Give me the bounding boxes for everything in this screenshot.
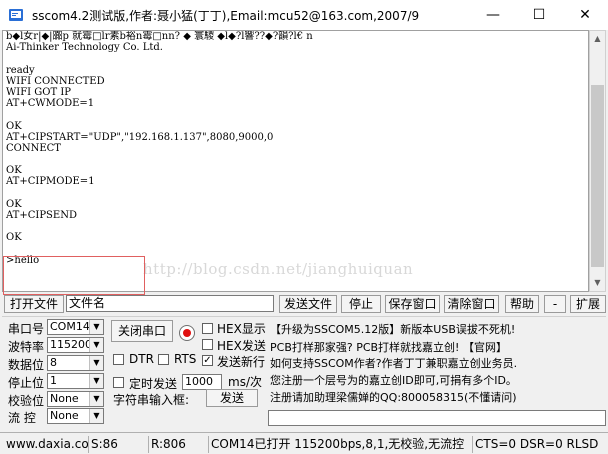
status-site[interactable]: www.daxia.com	[4, 436, 88, 453]
status-received-count: R:806	[148, 436, 208, 453]
rts-label: RTS	[174, 352, 197, 366]
clear-window-button[interactable]: 清除窗口	[444, 295, 499, 313]
baud-label: 波特率	[8, 340, 45, 354]
hex-display-label: HEX显示	[217, 322, 266, 336]
info-line-qq: 注册请加助理梁儒婵的QQ:800058315(不懂请问)	[270, 391, 517, 404]
terminal-line: >hello	[6, 254, 40, 266]
close-button[interactable]: ✕	[562, 0, 608, 30]
terminal-line: b◆l女r|◆|嚻p 就霉□lr素b裕n霉□nn? ◆ 寰騣 ◆l◆?l響??◆…	[6, 31, 313, 42]
scroll-thumb[interactable]	[591, 85, 604, 267]
terminal-line: ready	[6, 64, 35, 76]
hex-send-checkbox[interactable]	[202, 339, 213, 350]
save-window-button[interactable]: 保存窗口	[385, 295, 440, 313]
terminal-lines: b◆l女r|◆|嚻p 就霉□lr素b裕n霉□nn? ◆ 寰騣 ◆l◆?l響??◆…	[3, 31, 588, 266]
port-label: 串口号	[8, 322, 45, 336]
interval-unit-label: ms/次	[228, 375, 262, 389]
app-icon	[9, 9, 23, 21]
dtr-label: DTR	[129, 352, 154, 366]
title-bar: sscom4.2测试版,作者:聂小猛(丁丁),Email:mcu52@163.c…	[0, 0, 608, 30]
flow-label: 流 控	[8, 411, 36, 425]
info-line-pcb[interactable]: PCB打样那家强? PCB打样就找嘉立创! 【官网】	[270, 339, 604, 355]
scroll-down-icon[interactable]: ▼	[590, 275, 605, 291]
scroll-up-icon[interactable]: ▲	[590, 31, 605, 47]
chevron-down-icon: ▼	[89, 320, 103, 334]
char-input-label: 字符串输入框:	[113, 393, 190, 407]
vertical-scrollbar[interactable]: ▲ ▼	[589, 30, 606, 292]
terminal-line: WIFI CONNECTED	[6, 75, 105, 87]
stopbits-label: 停止位	[8, 376, 45, 390]
expand-button[interactable]: 扩展	[570, 295, 606, 313]
terminal-line: AT+CIPSTART="UDP","192.168.1.137",8080,9…	[6, 131, 274, 143]
chevron-down-icon: ▼	[89, 374, 103, 388]
baud-select[interactable]: 115200 ▼	[47, 337, 104, 353]
collapse-button[interactable]: -	[544, 295, 566, 313]
send-file-button[interactable]: 发送文件	[279, 295, 337, 313]
hex-send-label: HEX发送	[217, 339, 266, 353]
port-status-indicator-icon	[179, 325, 195, 341]
chevron-down-icon: ▼	[89, 392, 103, 406]
rts-checkbox[interactable]	[158, 354, 169, 365]
terminal-line: AT+CIPSEND	[6, 210, 77, 221]
terminal-line: OK	[6, 232, 22, 244]
port-select[interactable]: COM14 ▼	[47, 319, 104, 335]
stop-button[interactable]: 停止	[341, 295, 381, 313]
terminal-line: AT+CIPMODE=1	[6, 176, 95, 188]
terminal-line: OK	[6, 165, 22, 177]
status-port-state: COM14已打开 115200bps,8,1,无校验,无流控	[208, 436, 472, 453]
status-sent-count: S:86	[88, 436, 148, 453]
minimize-button[interactable]: —	[470, 0, 516, 30]
maximize-button[interactable]: ☐	[516, 0, 562, 30]
status-line-signals: CTS=0 DSR=0 RLSD	[472, 436, 606, 453]
chevron-down-icon: ▼	[89, 338, 103, 352]
dtr-checkbox[interactable]	[113, 354, 124, 365]
send-button[interactable]: 发送	[206, 389, 258, 407]
terminal-line: CONNECT	[6, 142, 61, 154]
stopbits-select[interactable]: 1 ▼	[47, 373, 104, 389]
databits-select[interactable]: 8 ▼	[47, 355, 104, 371]
close-port-button[interactable]: 关闭串口	[111, 320, 173, 342]
info-line-upgrade[interactable]: 【升级为SSCOM5.12版】新版本USB误拔不死机!	[270, 321, 604, 337]
interval-input[interactable]: 1000	[182, 374, 222, 390]
help-button[interactable]: 帮助	[505, 295, 539, 313]
parity-select[interactable]: None ▼	[47, 391, 104, 407]
receive-terminal[interactable]: b◆l女r|◆|嚻p 就霉□lr素b裕n霉□nn? ◆ 寰騣 ◆l◆?l響??◆…	[2, 30, 589, 292]
status-bar: www.daxia.com S:86 R:806 COM14已打开 115200…	[0, 432, 608, 454]
send-newline-checkbox[interactable]: ✓	[202, 355, 213, 366]
terminal-line: AT+CWMODE=1	[6, 98, 95, 110]
filename-input[interactable]: 文件名	[66, 295, 274, 312]
terminal-line: OK	[6, 198, 22, 210]
window-title: sscom4.2测试版,作者:聂小猛(丁丁),Email:mcu52@163.c…	[32, 9, 420, 23]
databits-label: 数据位	[8, 358, 45, 372]
timed-send-label: 定时发送	[129, 377, 178, 391]
terminal-line: WIFI GOT IP	[6, 86, 72, 98]
hex-display-checkbox[interactable]	[202, 323, 213, 334]
send-text-input[interactable]	[268, 410, 606, 426]
info-line-register: 您注册一个层号为的嘉立创ID即可,可捐有多个ID。	[270, 374, 517, 387]
chevron-down-icon: ▼	[89, 356, 103, 370]
parity-label: 校验位	[8, 394, 45, 408]
terminal-line: OK	[6, 120, 22, 132]
open-file-button[interactable]: 打开文件	[4, 295, 64, 313]
flow-select[interactable]: None ▼	[47, 408, 104, 424]
timed-send-checkbox[interactable]	[113, 377, 124, 388]
info-line-support: 如何支持SSCOM作者?作者丁丁兼职嘉立创业务员.	[270, 357, 518, 370]
send-newline-label: 发送新行	[217, 355, 266, 369]
terminal-line: Ai-Thinker Technology Co. Ltd.	[6, 42, 163, 54]
chevron-down-icon: ▼	[89, 409, 103, 423]
